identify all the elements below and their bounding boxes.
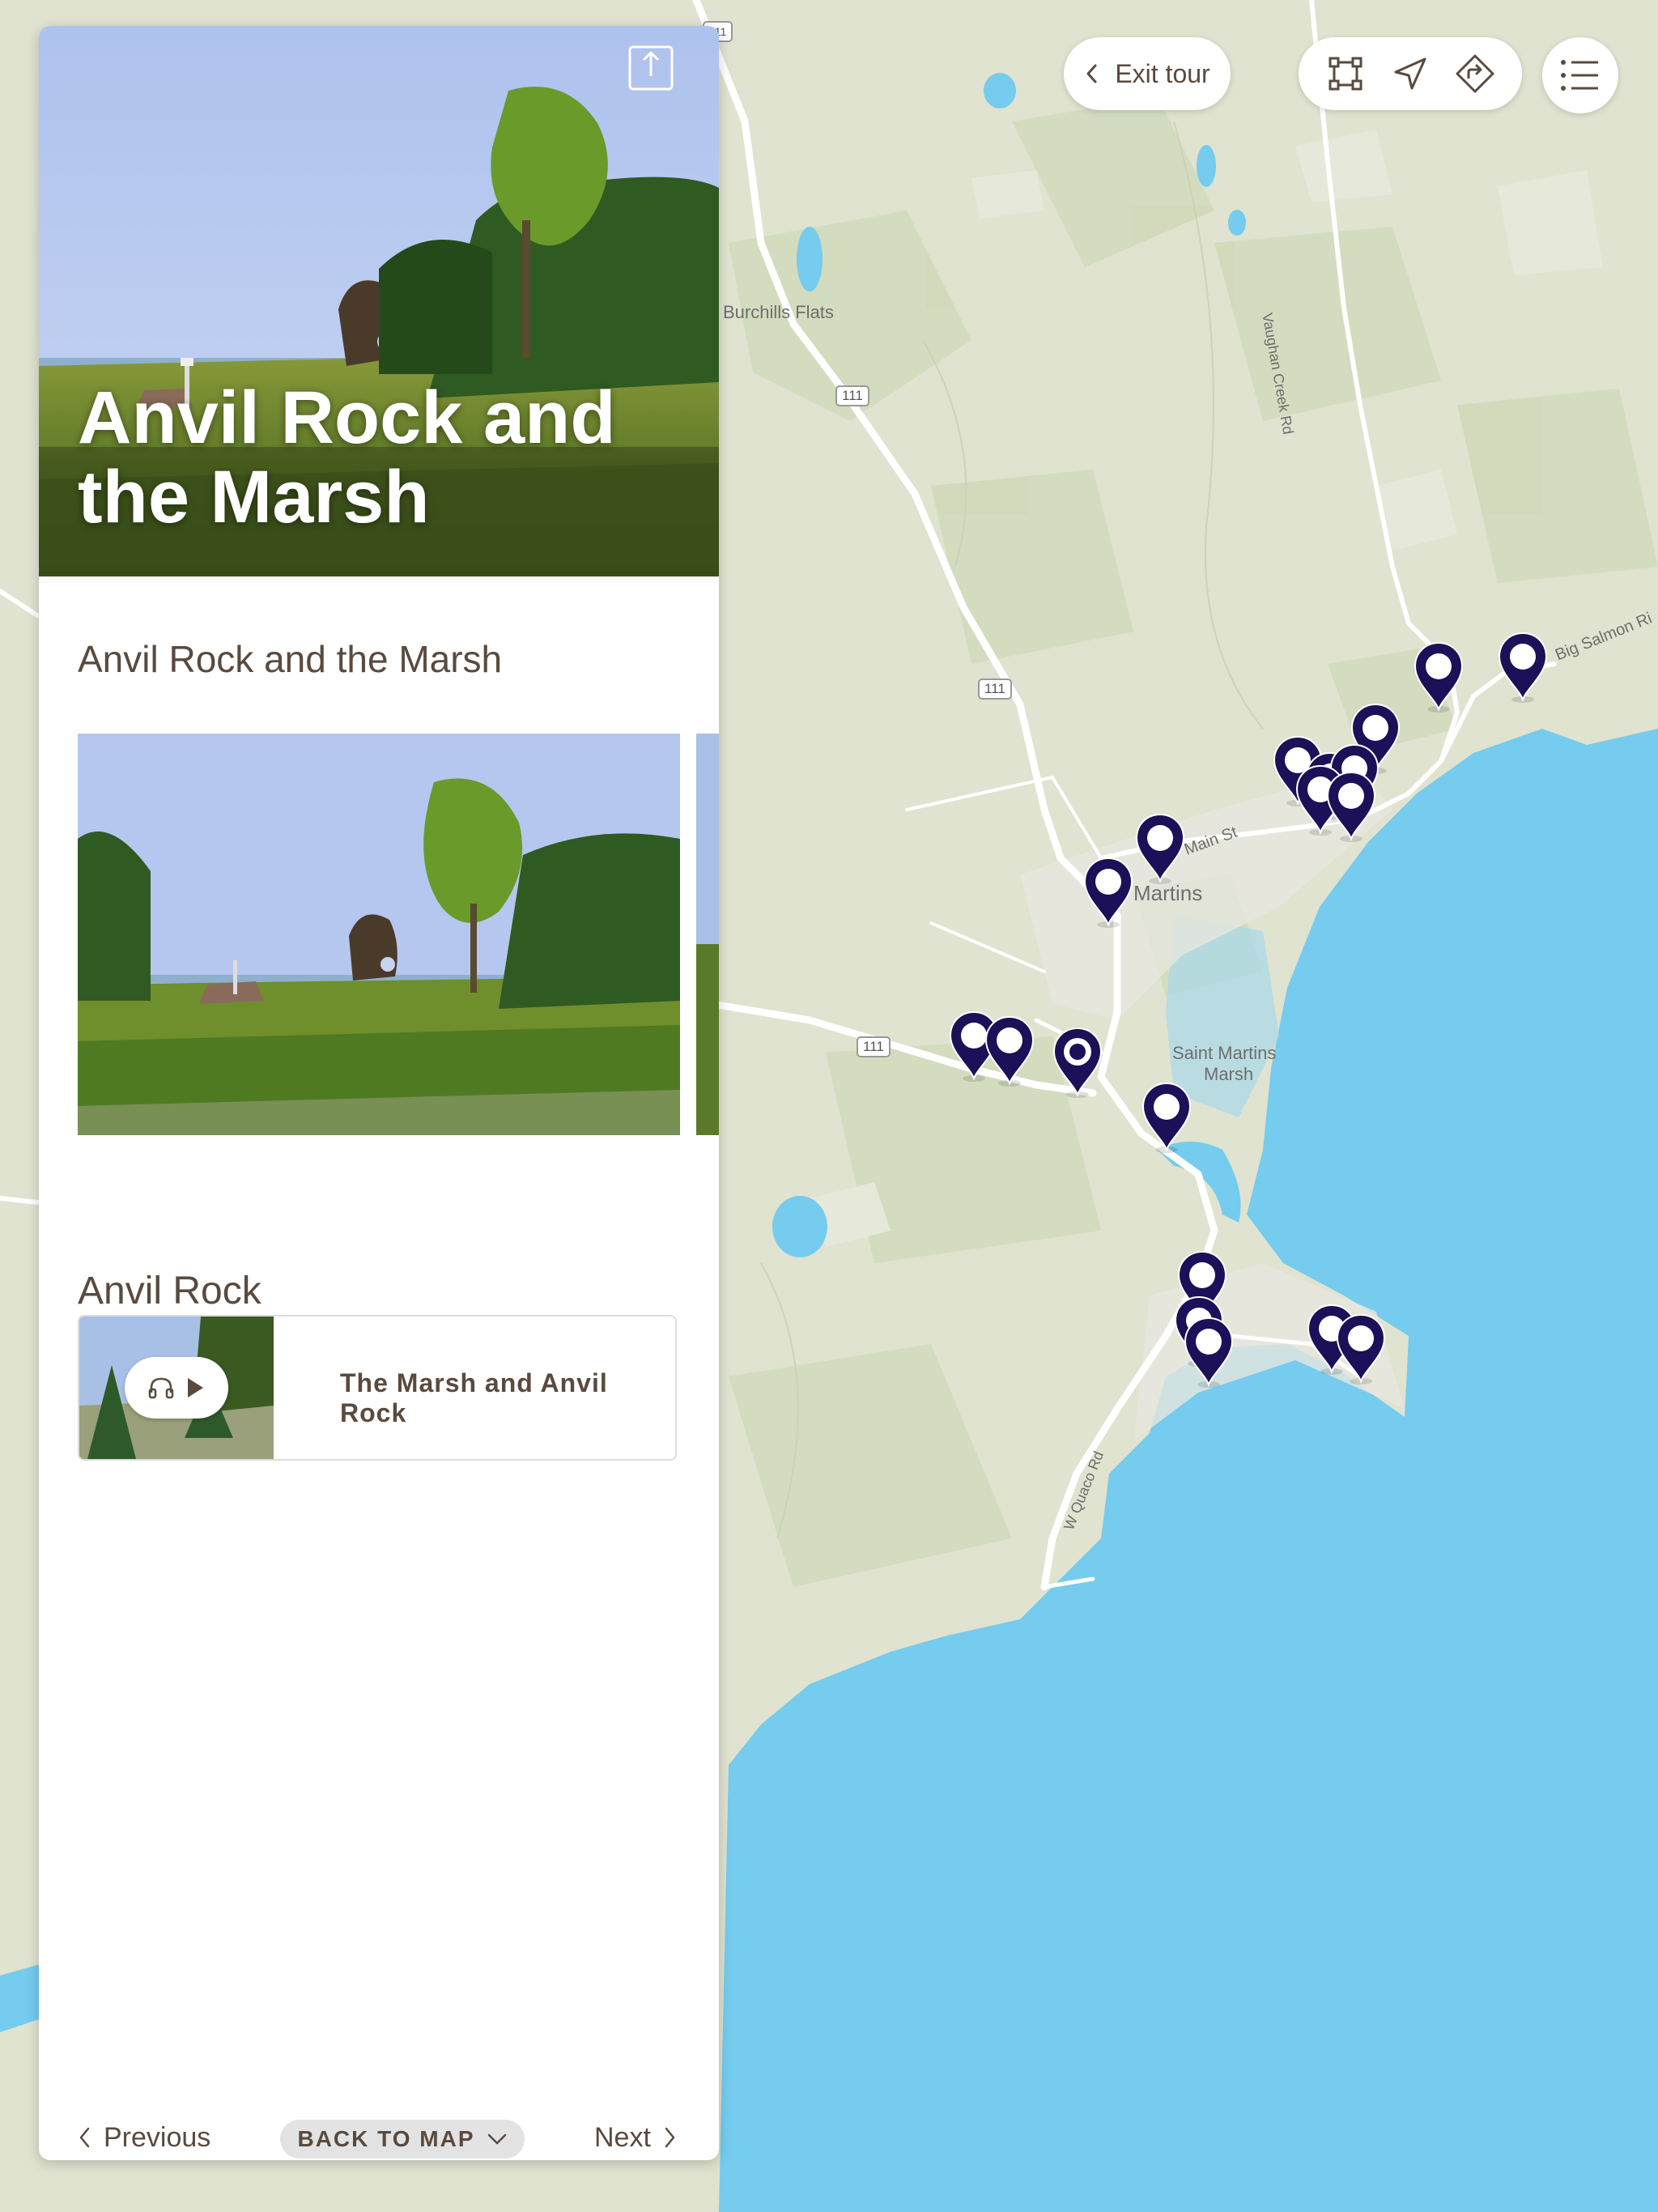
play-icon bbox=[188, 1378, 203, 1397]
highway-shield: 111 bbox=[857, 1036, 891, 1057]
map-pin[interactable] bbox=[983, 1015, 1036, 1087]
audio-track-card[interactable]: The Marsh and Anvil Rock bbox=[78, 1315, 677, 1461]
share-icon bbox=[628, 45, 674, 91]
map-label-marsh-line1: Saint Martins bbox=[1172, 1043, 1277, 1063]
exit-tour-button[interactable]: Exit tour bbox=[1064, 37, 1231, 110]
map-marker-icon bbox=[1052, 1027, 1103, 1098]
audio-play-button[interactable] bbox=[125, 1357, 228, 1419]
map-label-marsh-line2: Marsh bbox=[1204, 1064, 1254, 1084]
map-marker-icon bbox=[1326, 771, 1376, 842]
map-marker-icon bbox=[1135, 813, 1185, 884]
map-label-martins: Martins bbox=[1133, 881, 1203, 905]
map-pin[interactable] bbox=[1334, 1313, 1388, 1385]
stop-heading: Anvil Rock and the Marsh bbox=[78, 638, 503, 680]
map-tools-group bbox=[1299, 37, 1522, 110]
map-marker-icon bbox=[1498, 632, 1548, 703]
map-pin[interactable] bbox=[1324, 771, 1378, 842]
headphones-icon bbox=[148, 1377, 174, 1399]
fit-bounds-button[interactable] bbox=[1321, 49, 1370, 98]
map-pin[interactable] bbox=[1133, 813, 1187, 884]
gallery-image[interactable] bbox=[78, 734, 680, 1135]
previous-button[interactable]: Previous bbox=[78, 2115, 210, 2160]
chevron-right-icon bbox=[665, 2127, 675, 2148]
map-pin[interactable] bbox=[1182, 1317, 1235, 1388]
locate-button[interactable] bbox=[1386, 49, 1435, 98]
map-marker-icon bbox=[1184, 1317, 1234, 1388]
next-label: Next bbox=[594, 2121, 651, 2153]
stop-navigation: Previous BACK TO MAP Next bbox=[39, 2115, 719, 2160]
map-marker-icon bbox=[1336, 1313, 1386, 1385]
directions-icon bbox=[1456, 54, 1494, 93]
map-marker-icon bbox=[1141, 1082, 1192, 1153]
gallery-next-image[interactable] bbox=[696, 734, 719, 1135]
hero-title: Anvil Rock and the Marsh bbox=[78, 376, 616, 538]
directions-button[interactable] bbox=[1451, 49, 1499, 98]
map-pin[interactable] bbox=[1140, 1082, 1193, 1153]
hero-image: Anvil Rock and the Marsh bbox=[39, 26, 719, 576]
previous-label: Previous bbox=[104, 2121, 211, 2153]
list-menu-icon bbox=[1561, 60, 1598, 91]
map-pin[interactable] bbox=[1082, 857, 1135, 928]
map-marker-icon bbox=[1414, 641, 1464, 713]
list-menu-button[interactable] bbox=[1542, 37, 1618, 113]
tour-stop-panel: Anvil Rock and the Marsh Anvil Rock and … bbox=[39, 26, 719, 2160]
locate-icon bbox=[1394, 57, 1426, 90]
back-to-map-button[interactable]: BACK TO MAP bbox=[280, 2120, 525, 2159]
map-label-burchills-flats: Burchills Flats bbox=[723, 302, 834, 322]
map-marker-icon bbox=[984, 1015, 1035, 1087]
audio-track-title: The Marsh and Anvil Rock bbox=[340, 1368, 608, 1427]
image-gallery[interactable] bbox=[78, 734, 719, 1135]
map-pin-selected[interactable] bbox=[1051, 1027, 1104, 1098]
highway-shield: 111 bbox=[835, 385, 869, 406]
fit-bounds-icon bbox=[1329, 57, 1363, 91]
highway-shield: 111 bbox=[978, 678, 1012, 700]
map-pin[interactable] bbox=[1496, 632, 1550, 703]
next-button[interactable]: Next bbox=[594, 2115, 677, 2160]
chevron-down-icon bbox=[487, 2133, 506, 2145]
exit-tour-label: Exit tour bbox=[1115, 58, 1210, 88]
back-to-map-label: BACK TO MAP bbox=[297, 2126, 475, 2151]
map-marker-icon bbox=[1083, 857, 1133, 928]
section-heading: Anvil Rock bbox=[78, 1270, 261, 1312]
chevron-left-icon bbox=[79, 2127, 90, 2148]
chevron-left-icon bbox=[1086, 64, 1097, 83]
share-button[interactable] bbox=[627, 44, 675, 92]
map-pin[interactable] bbox=[1412, 641, 1465, 713]
